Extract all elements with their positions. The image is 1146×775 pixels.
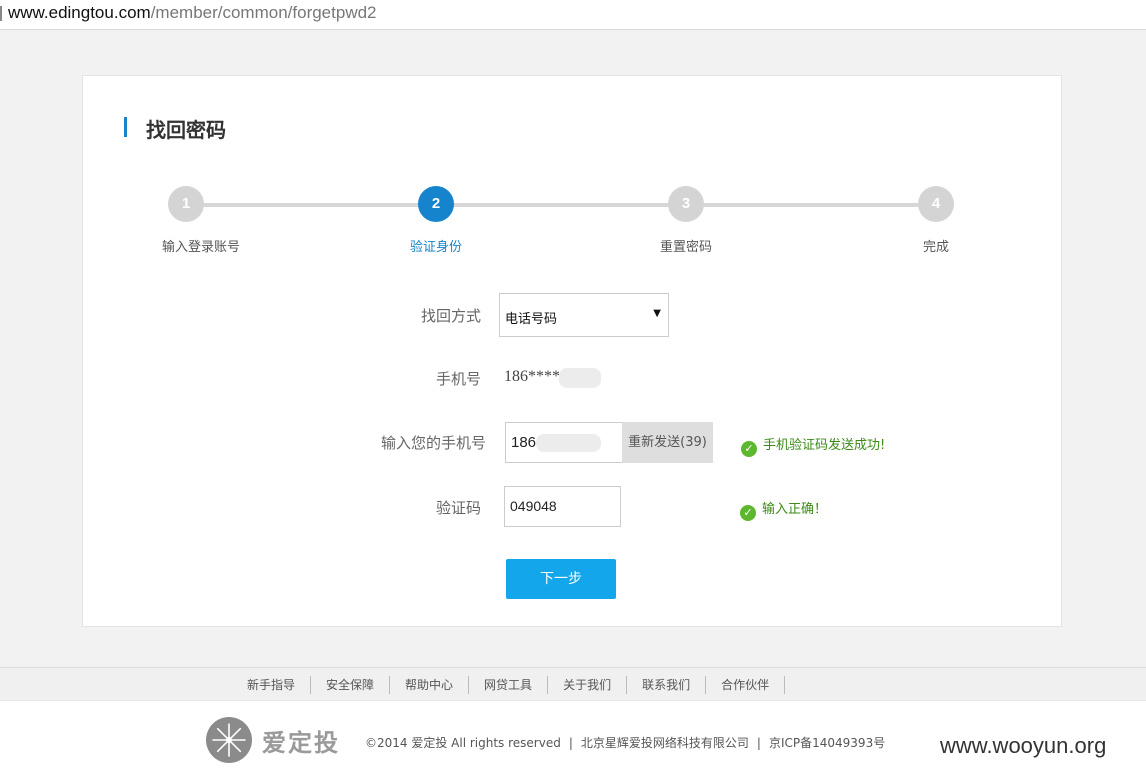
address-bar-edge	[0, 6, 2, 21]
step-1-circle: 1	[168, 186, 204, 222]
footer-link-partners[interactable]: 合作伙伴	[706, 676, 786, 694]
step-3-circle: 3	[668, 186, 704, 222]
company-name: 北京星辉爱投网络科技有限公司	[580, 736, 749, 750]
separator: |	[568, 736, 573, 750]
logo-star-icon	[212, 723, 246, 757]
footer-link-about[interactable]: 关于我们	[548, 676, 628, 694]
url-path: /member/common/forgetpwd2	[150, 3, 377, 22]
logo-icon	[206, 717, 252, 763]
step-3-label: 重置密码	[659, 240, 712, 255]
watermark-text: www.wooyun.org	[940, 733, 1107, 758]
page-title: 找回密码	[146, 118, 226, 142]
phone-label: 手机号	[435, 370, 481, 388]
step-progress-line	[203, 203, 933, 207]
next-step-button[interactable]: 下一步	[506, 559, 616, 599]
check-circle-icon: ✓	[740, 505, 756, 521]
address-url[interactable]: www.edingtou.com/member/common/forgetpwd…	[8, 3, 377, 23]
site-footer: 爱定投 ©2014 爱定投 All rights reserved | 北京星辉爱投…	[0, 701, 1146, 775]
step-1-label: 输入登录账号	[161, 240, 240, 255]
step-4-circle: 4	[918, 186, 954, 222]
address-bar[interactable]: www.edingtou.com/member/common/forgetpwd…	[0, 0, 1146, 30]
title-accent-bar	[124, 117, 127, 137]
forget-password-panel: 找回密码 1 2 3 4 输入登录账号 验证身份 重置密码 完成 找回方式 电话…	[82, 75, 1062, 627]
footer-link-contact[interactable]: 联系我们	[627, 676, 707, 694]
footer-link-help[interactable]: 帮助中心	[390, 676, 470, 694]
copyright-text: ©2014 爱定投 All rights reserved	[365, 736, 561, 750]
icp-number[interactable]: 京ICP备14049393号	[769, 736, 885, 750]
code-input-value: 049048	[510, 498, 557, 514]
url-host: www.edingtou.com	[8, 3, 151, 22]
phone-input-redaction	[536, 434, 601, 452]
footer-link-security[interactable]: 安全保障	[311, 676, 391, 694]
separator: |	[756, 736, 761, 750]
step-4-label: 完成	[922, 240, 949, 255]
dropdown-arrow-icon: ▼	[653, 308, 661, 319]
phone-input[interactable]: 186	[505, 422, 623, 463]
phone-redaction	[559, 368, 601, 388]
input-phone-label: 输入您的手机号	[380, 434, 486, 452]
footer-link-tools[interactable]: 网贷工具	[469, 676, 549, 694]
method-label: 找回方式	[420, 307, 481, 325]
code-ok-message: ✓ 输入正确！	[740, 498, 827, 521]
step-2-circle: 2	[418, 186, 454, 222]
sms-success-text: 手机验证码发送成功!	[763, 438, 886, 453]
copyright-line: ©2014 爱定投 All rights reserved | 北京星辉爱投网络科技…	[365, 734, 885, 751]
code-input[interactable]: 049048	[504, 486, 621, 527]
logo-text: 爱定投	[262, 729, 340, 757]
step-2-label: 验证身份	[409, 240, 462, 255]
sms-success-message: ✓ 手机验证码发送成功!	[741, 434, 885, 457]
footer-nav: 新手指导 安全保障 帮助中心 网贷工具 关于我们 联系我们 合作伙伴	[0, 667, 1146, 701]
phone-value: 186****	[504, 368, 560, 385]
footer-link-guide[interactable]: 新手指导	[232, 676, 312, 694]
check-circle-icon: ✓	[741, 441, 757, 457]
method-select[interactable]: 电话号码 ▼	[499, 293, 669, 337]
method-selected-value: 电话号码	[505, 312, 558, 327]
code-label: 验证码	[435, 499, 481, 517]
phone-input-value: 186	[511, 434, 537, 451]
code-ok-text: 输入正确！	[762, 502, 828, 517]
resend-code-button[interactable]: 重新发送(39)	[622, 422, 713, 463]
footer-links: 新手指导 安全保障 帮助中心 网贷工具 关于我们 联系我们 合作伙伴	[232, 668, 786, 702]
